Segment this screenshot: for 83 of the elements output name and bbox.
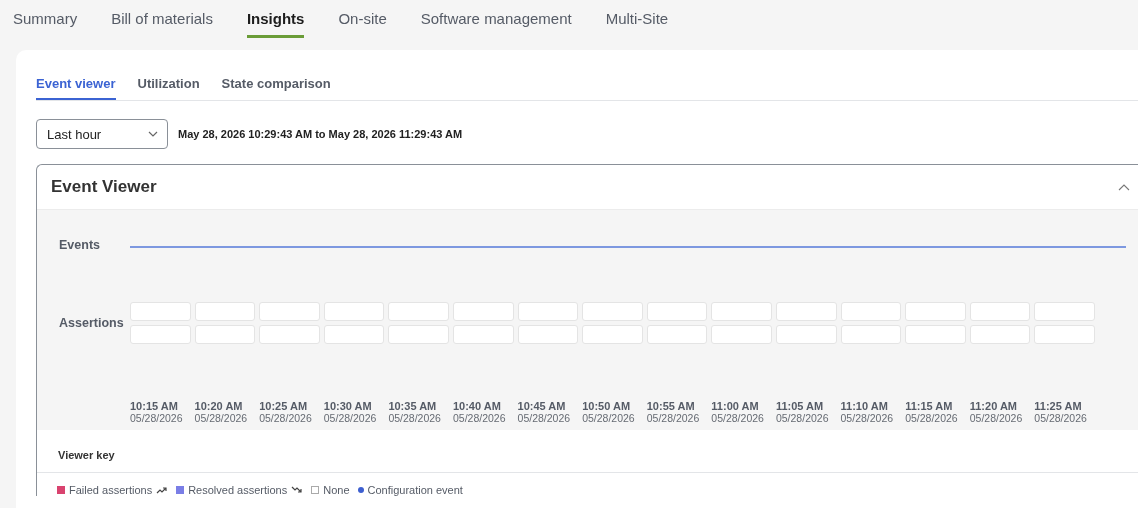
nav-tab[interactable]: Multi-Site <box>605 10 669 38</box>
date-range-text: May 28, 2026 10:29:43 AM to May 28, 2026 11:29:43 AM <box>178 128 463 140</box>
tick-date: 05/28/2026 <box>840 412 895 424</box>
assertion-slot <box>1034 302 1095 321</box>
tick-time: 11:15 AM <box>905 400 954 412</box>
tick-time: 11:25 AM <box>1034 400 1083 412</box>
tick-time: 11:00 AM <box>711 400 760 412</box>
sub-tab[interactable]: State comparison <box>221 76 331 100</box>
assertion-slot <box>323 302 385 321</box>
chevron-down-icon <box>148 131 158 137</box>
assertion-slot <box>646 325 708 344</box>
tick-date: 05/28/2026 <box>194 412 249 424</box>
tick-time: 10:25 AM <box>259 400 309 412</box>
trend-up-icon <box>156 486 169 494</box>
assertion-slot <box>582 302 643 321</box>
tick-time: 10:20 AM <box>194 400 244 412</box>
tick-date: 05/28/2026 <box>323 412 378 424</box>
nav-tab[interactable]: Summary <box>13 10 78 38</box>
assertion-slot <box>840 302 902 321</box>
tick-time: 10:35 AM <box>388 400 438 412</box>
tick-time: 10:55 AM <box>646 400 696 412</box>
assertion-slot <box>130 325 191 344</box>
assertion-slot <box>775 302 837 321</box>
time-range-dropdown[interactable]: Last hour <box>36 119 168 149</box>
sub-tab[interactable]: Event viewer <box>36 76 116 100</box>
legend-label: None <box>323 484 350 496</box>
tick-date: 05/28/2026 <box>646 412 701 424</box>
trend-down-icon <box>291 486 304 494</box>
chevron-up-icon[interactable] <box>1118 183 1130 191</box>
assertion-slot <box>582 325 643 344</box>
tick-date: 05/28/2026 <box>452 412 507 424</box>
assertion-slot <box>711 302 772 321</box>
nav-tab[interactable]: Bill of materials <box>111 10 213 38</box>
nav-tab[interactable]: Insights <box>246 10 305 38</box>
tick-date: 05/28/2026 <box>905 412 959 424</box>
legend-label: Failed assertions <box>69 484 153 496</box>
tick-time: 10:45 AM <box>517 400 567 412</box>
assertion-slot <box>969 302 1031 321</box>
row-label: Assertions <box>58 316 125 330</box>
nav-tab[interactable]: On-site <box>338 10 387 38</box>
legend-label: Configuration event <box>367 484 463 496</box>
assertion-slot <box>130 302 191 321</box>
assertion-slot <box>969 325 1031 344</box>
panel-title: Event Viewer <box>51 177 157 197</box>
tick-date: 05/28/2026 <box>517 412 572 424</box>
tick-time: 10:30 AM <box>323 400 373 412</box>
tick-date: 05/28/2026 <box>130 412 184 424</box>
assertion-slot <box>259 302 320 321</box>
assertion-slot <box>646 302 708 321</box>
assertion-slot <box>452 302 514 321</box>
tick-date: 05/28/2026 <box>775 412 830 424</box>
assertion-slot <box>194 302 256 321</box>
tick-date: 05/28/2026 <box>582 412 636 424</box>
assertion-slot <box>388 325 449 344</box>
assertion-slot <box>323 325 385 344</box>
tick-date: 05/28/2026 <box>969 412 1024 424</box>
tick-time: 11:05 AM <box>775 400 825 412</box>
tick-date: 05/28/2026 <box>1034 412 1088 424</box>
tick-time: 10:50 AM <box>582 400 632 412</box>
assertion-slot <box>711 325 772 344</box>
tick-time: 11:20 AM <box>969 400 1018 412</box>
assertion-slot <box>517 302 579 321</box>
assertion-slot <box>259 325 320 344</box>
assertion-slot <box>905 302 966 321</box>
assertion-slot <box>1034 325 1095 344</box>
assertion-slot <box>194 325 256 344</box>
tick-time: 10:40 AM <box>452 400 502 412</box>
tick-date: 05/28/2026 <box>711 412 765 424</box>
assertion-slot <box>840 325 902 344</box>
row-label: Events <box>58 238 101 252</box>
assertion-slot <box>517 325 579 344</box>
assertion-slot <box>905 325 966 344</box>
assertion-slot <box>452 325 514 344</box>
tick-date: 05/28/2026 <box>259 412 313 424</box>
nav-tab[interactable]: Software management <box>420 10 572 38</box>
tick-date: 05/28/2026 <box>388 412 442 424</box>
assertion-slot <box>775 325 837 344</box>
legend-label: Resolved assertions <box>188 484 288 496</box>
assertion-slot <box>388 302 449 321</box>
tick-time: 11:10 AM <box>840 400 889 412</box>
tick-time: 10:15 AM <box>130 400 179 412</box>
viewer-key-title: Viewer key <box>58 449 115 461</box>
sub-tab[interactable]: Utilization <box>137 76 200 100</box>
